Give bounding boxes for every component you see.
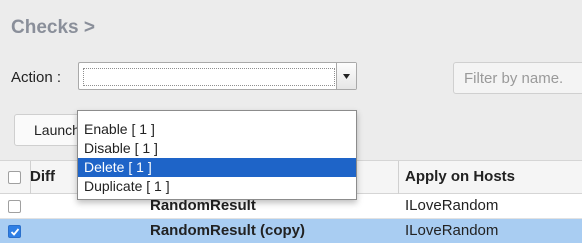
select-all-checkbox[interactable] xyxy=(8,171,21,184)
action-select-value xyxy=(83,68,335,86)
chevron-down-icon xyxy=(343,74,350,79)
check-name[interactable]: RandomResult (copy) xyxy=(150,222,305,239)
row-checkbox[interactable] xyxy=(8,200,21,213)
filter-input[interactable]: Filter by name. xyxy=(453,62,582,94)
table-row[interactable]: RandomResult (copy) ILoveRandom xyxy=(0,219,582,243)
checkmark-icon xyxy=(10,228,20,236)
column-header-hosts[interactable]: Apply on Hosts xyxy=(405,168,515,185)
column-header-diff[interactable]: Diff xyxy=(30,168,55,185)
page-title[interactable]: Checks > xyxy=(11,17,95,39)
action-label: Action : xyxy=(11,69,62,86)
action-select[interactable] xyxy=(78,62,357,90)
menu-item-disable[interactable]: Disable [ 1 ] xyxy=(78,139,356,158)
check-hosts: ILoveRandom xyxy=(405,197,499,214)
row-checkbox[interactable] xyxy=(8,225,21,238)
action-select-toggle[interactable] xyxy=(336,63,356,89)
menu-item-duplicate[interactable]: Duplicate [ 1 ] xyxy=(78,177,356,196)
menu-item-delete[interactable]: Delete [ 1 ] xyxy=(78,158,356,177)
check-hosts: ILoveRandom xyxy=(405,222,499,239)
action-dropdown-menu: Enable [ 1 ] Disable [ 1 ] Delete [ 1 ] … xyxy=(77,110,357,200)
menu-item-enable[interactable]: Enable [ 1 ] xyxy=(78,120,356,139)
